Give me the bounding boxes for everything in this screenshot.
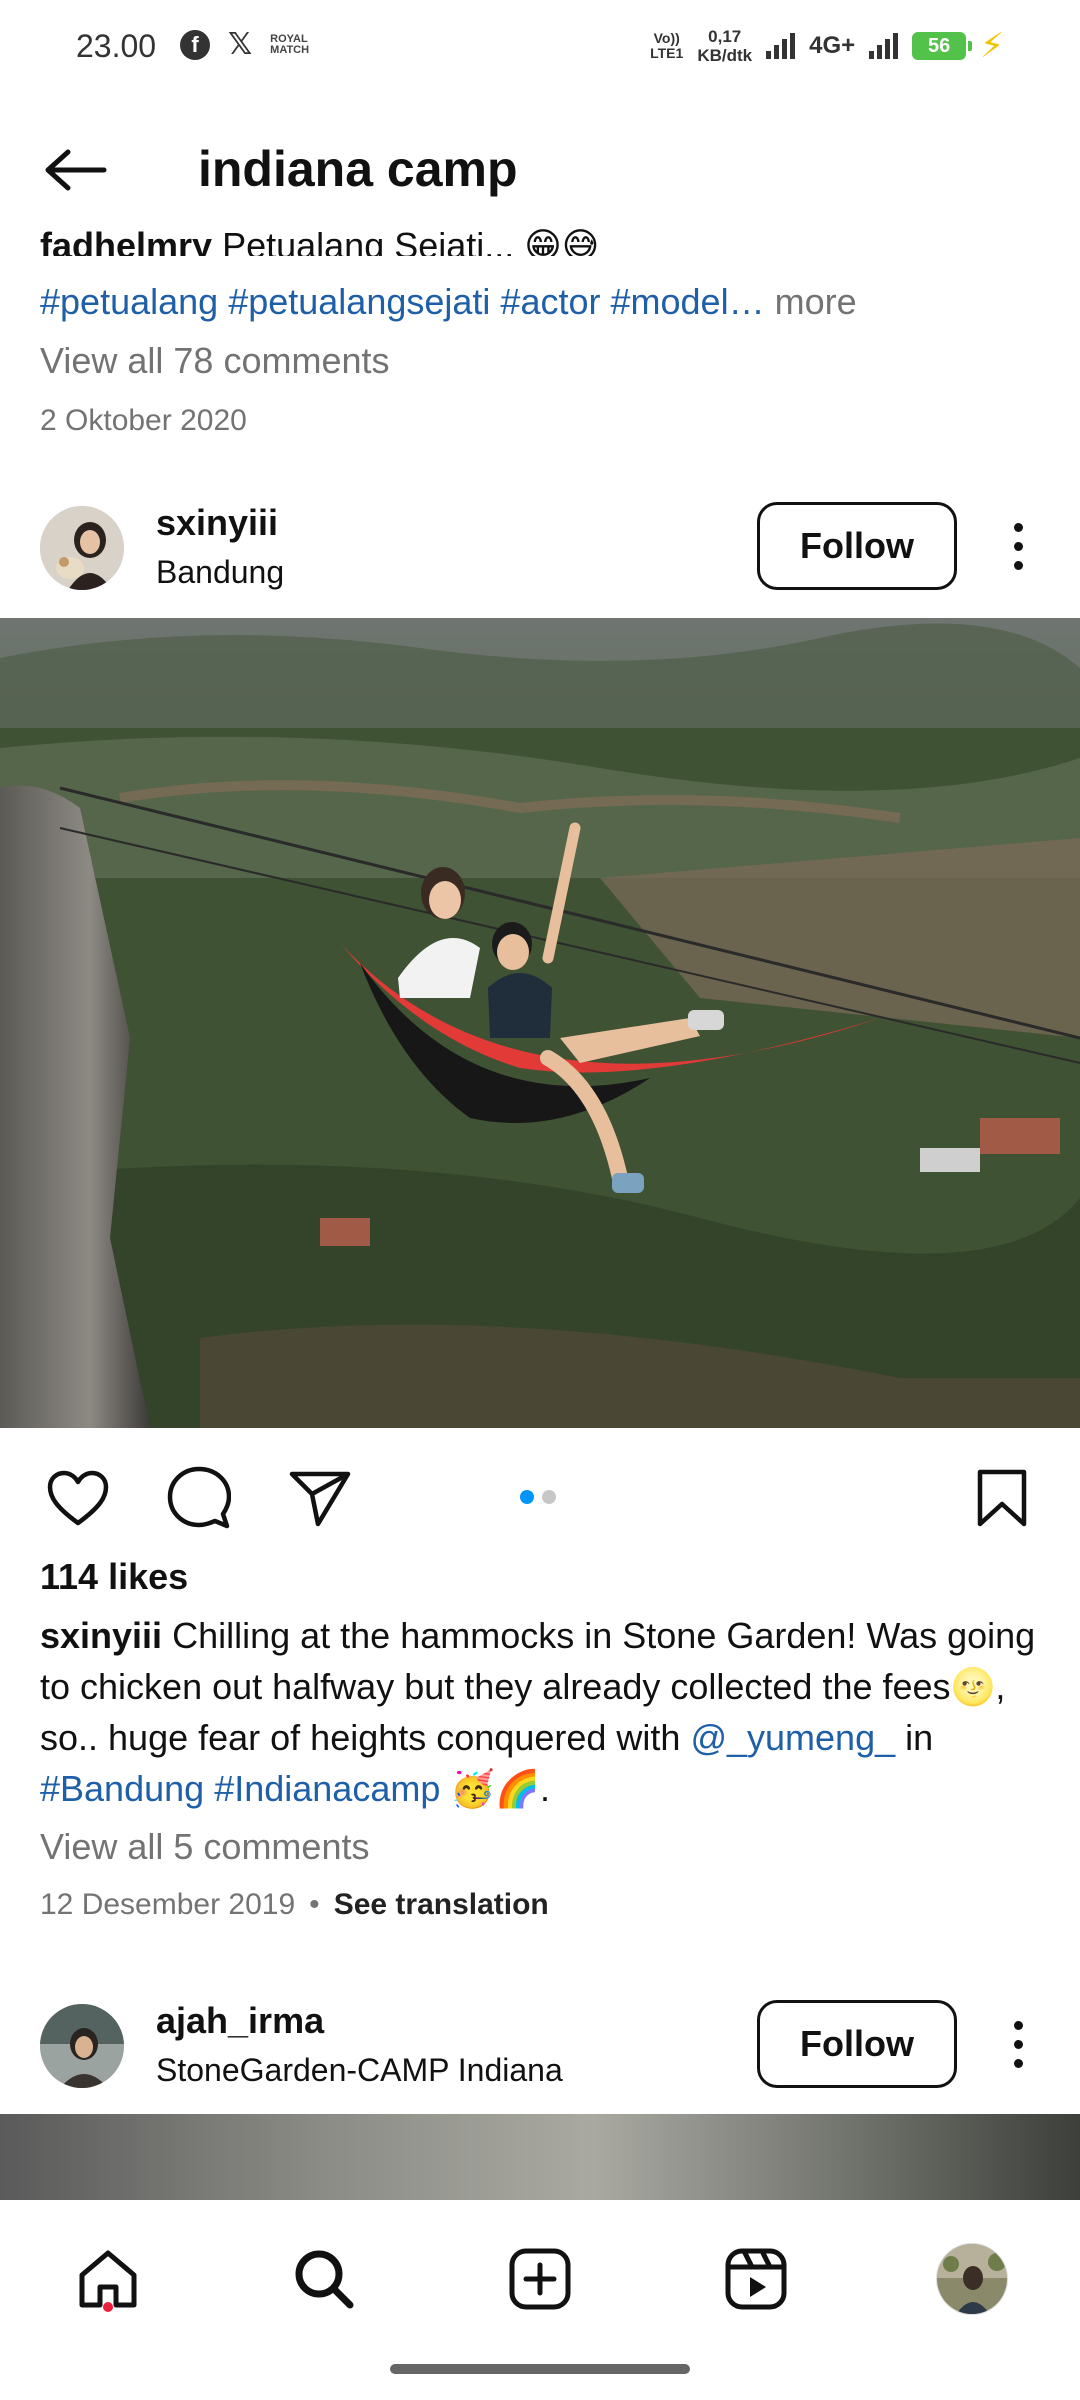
status-bar: 23.00 f 𝕏 ROYAL MATCH Vo)) LTE1 0,17 KB/… xyxy=(0,0,1080,96)
dot-icon xyxy=(1013,522,1023,532)
post-caption: sxinyiii Chilling at the hammocks in Sto… xyxy=(40,1610,1050,1814)
carousel-indicator xyxy=(520,1490,556,1504)
view-all-comments-link[interactable]: View all 78 comments xyxy=(40,340,390,382)
dot-icon xyxy=(1013,2039,1023,2049)
dot-icon xyxy=(1013,541,1023,551)
reels-icon xyxy=(725,2248,787,2310)
post-date: 2 Oktober 2020 xyxy=(40,404,247,437)
search-icon xyxy=(295,2250,354,2309)
hashtag-link[interactable]: #petualang xyxy=(40,281,218,322)
see-translation-link[interactable]: See translation xyxy=(334,1888,549,1922)
nav-reels[interactable] xyxy=(711,2234,801,2324)
post-photo[interactable] xyxy=(0,2114,1080,2200)
previous-hashtags: #petualang #petualangsejati #actor #mode… xyxy=(40,281,857,322)
dot-icon xyxy=(1013,2058,1023,2068)
page-title: indiana camp xyxy=(198,141,518,197)
system-icons: Vo)) LTE1 0,17 KB/dtk 4G+ 56 ⚡ xyxy=(650,26,1004,66)
hashtag-link[interactable]: #Bandung xyxy=(40,1768,204,1809)
nav-create[interactable] xyxy=(495,2234,585,2324)
mention-link[interactable]: @_yumeng_ xyxy=(690,1717,895,1758)
more-options-button[interactable] xyxy=(994,510,1042,582)
heart-icon xyxy=(47,1470,109,1526)
post-header: sxinyiii Bandung Follow xyxy=(0,488,1080,608)
separator: • xyxy=(309,1888,320,1921)
notification-icons: f 𝕏 ROYAL MATCH xyxy=(180,28,310,61)
network-speed: 0,17 KB/dtk xyxy=(697,27,753,65)
dot-icon xyxy=(1013,2020,1023,2030)
post-location[interactable]: Bandung xyxy=(156,554,284,591)
create-icon xyxy=(509,2248,571,2310)
post-username[interactable]: ajah_irma xyxy=(156,2000,324,2042)
view-all-comments-link[interactable]: View all 5 comments xyxy=(40,1826,369,1868)
more-options-button[interactable] xyxy=(994,2008,1042,2080)
post-location[interactable]: StoneGarden-CAMP Indiana xyxy=(156,2052,563,2089)
caption-username[interactable]: sxinyiii xyxy=(40,1615,162,1656)
status-time: 23.00 xyxy=(76,28,157,64)
post-meta: 12 Desember 2019 • See translation xyxy=(40,1888,549,1922)
more-link[interactable]: more xyxy=(775,281,857,322)
signal-icon xyxy=(766,33,796,59)
bookmark-icon xyxy=(977,1469,1027,1527)
hashtag-link[interactable]: #Indianacamp xyxy=(214,1768,440,1809)
notification-dot xyxy=(103,2302,113,2312)
hashtag-link[interactable]: #model xyxy=(611,281,729,322)
post-photo[interactable] xyxy=(0,618,1080,1428)
previous-caption-cut: fadhelmry Petualang Sejati... 😁😅 xyxy=(40,226,600,256)
hashtag-link[interactable]: #actor xyxy=(500,281,600,322)
nav-search[interactable] xyxy=(279,2234,369,2324)
like-button[interactable] xyxy=(42,1462,114,1534)
post-date: 12 Desember 2019 xyxy=(40,1888,296,1921)
carousel-dot xyxy=(542,1490,556,1504)
battery-icon: 56 xyxy=(912,32,973,60)
comment-button[interactable] xyxy=(163,1462,235,1534)
send-icon xyxy=(289,1471,351,1527)
post-username[interactable]: sxinyiii xyxy=(156,502,278,544)
caption-emoji: 🥳🌈. xyxy=(450,1768,551,1809)
home-indicator[interactable] xyxy=(390,2364,690,2374)
arrow-left-icon xyxy=(45,149,107,191)
caption-in: in xyxy=(905,1717,934,1758)
avatar[interactable] xyxy=(40,506,124,590)
carousel-dot-active xyxy=(520,1490,534,1504)
volte-icon: Vo)) LTE1 xyxy=(650,30,684,61)
x-icon: 𝕏 xyxy=(228,28,253,61)
post-header: ajah_irma StoneGarden-CAMP Indiana Follo… xyxy=(0,1986,1080,2106)
signal-2-icon xyxy=(869,33,899,59)
save-button[interactable] xyxy=(966,1462,1038,1534)
profile-avatar xyxy=(936,2243,1008,2315)
facebook-icon: f xyxy=(180,30,210,60)
dot-icon xyxy=(1013,560,1023,570)
top-header: indiana camp xyxy=(0,110,1080,230)
follow-button[interactable]: Follow xyxy=(757,502,957,590)
follow-button[interactable]: Follow xyxy=(757,2000,957,2088)
hashtag-link[interactable]: #petualangsejati xyxy=(228,281,490,322)
network-type: 4G+ xyxy=(809,32,856,59)
likes-count[interactable]: 114 likes xyxy=(40,1556,188,1598)
back-button[interactable] xyxy=(40,138,112,202)
avatar[interactable] xyxy=(40,2004,124,2088)
comment-icon xyxy=(167,1466,231,1529)
share-button[interactable] xyxy=(284,1462,356,1534)
nav-profile[interactable] xyxy=(927,2234,1017,2324)
charging-icon: ⚡ xyxy=(980,27,1004,65)
royal-match-icon: ROYAL MATCH xyxy=(270,33,310,56)
post-actions xyxy=(0,1440,1080,1540)
